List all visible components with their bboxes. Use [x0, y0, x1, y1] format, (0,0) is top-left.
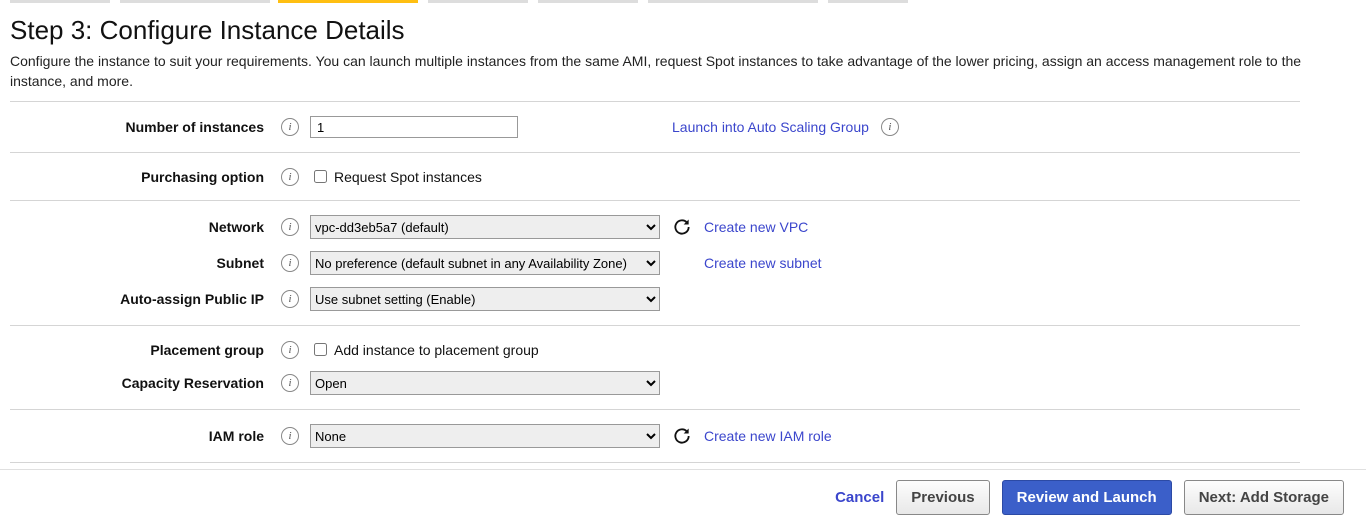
info-icon[interactable]: i — [281, 341, 299, 359]
info-icon[interactable]: i — [281, 374, 299, 392]
placement-group-checkbox[interactable] — [314, 343, 327, 356]
info-icon[interactable]: i — [281, 118, 299, 136]
label-capacity-reservation: Capacity Reservation — [10, 375, 270, 391]
wizard-footer: Cancel Previous Review and Launch Next: … — [0, 469, 1366, 525]
subnet-select[interactable]: No preference (default subnet in any Ava… — [310, 251, 660, 275]
launch-into-asg-link[interactable]: Launch into Auto Scaling Group — [672, 119, 869, 135]
refresh-icon[interactable] — [672, 426, 692, 446]
previous-button[interactable]: Previous — [896, 480, 989, 515]
iam-role-select[interactable]: None — [310, 424, 660, 448]
capacity-reservation-select[interactable]: Open — [310, 371, 660, 395]
number-of-instances-input[interactable] — [310, 116, 518, 138]
info-icon[interactable]: i — [281, 427, 299, 445]
network-select[interactable]: vpc-dd3eb5a7 (default) — [310, 215, 660, 239]
create-vpc-link[interactable]: Create new VPC — [704, 219, 808, 235]
info-icon[interactable]: i — [281, 218, 299, 236]
refresh-icon[interactable] — [672, 217, 692, 237]
cancel-button[interactable]: Cancel — [835, 489, 884, 506]
page-description: Configure the instance to suit your requ… — [10, 52, 1356, 91]
request-spot-text: Request Spot instances — [334, 169, 482, 185]
row-iam-role: IAM role i None Create new IAM role — [10, 409, 1300, 462]
row-number-of-instances: Number of instances i Launch into Auto S… — [10, 101, 1300, 152]
label-iam-role: IAM role — [10, 428, 270, 444]
info-icon[interactable]: i — [281, 168, 299, 186]
row-shutdown-behavior: Shutdown behavior i Stop — [10, 462, 1300, 463]
label-number-of-instances: Number of instances — [10, 119, 270, 135]
info-icon[interactable]: i — [881, 118, 899, 136]
create-iam-role-link[interactable]: Create new IAM role — [704, 428, 832, 444]
row-purchasing-option: Purchasing option i Request Spot instanc… — [10, 152, 1300, 200]
label-purchasing-option: Purchasing option — [10, 169, 270, 185]
main-scroll-area[interactable]: Step 3: Configure Instance Details Confi… — [10, 5, 1356, 463]
info-icon[interactable]: i — [281, 290, 299, 308]
label-network: Network — [10, 219, 270, 235]
request-spot-checkbox[interactable] — [314, 170, 327, 183]
label-subnet: Subnet — [10, 255, 270, 271]
auto-assign-public-ip-select[interactable]: Use subnet setting (Enable) — [310, 287, 660, 311]
review-and-launch-button[interactable]: Review and Launch — [1002, 480, 1172, 515]
request-spot-checkbox-label[interactable]: Request Spot instances — [310, 167, 482, 186]
placement-group-checkbox-label[interactable]: Add instance to placement group — [310, 340, 539, 359]
label-placement-group: Placement group — [10, 342, 270, 358]
info-icon[interactable]: i — [281, 254, 299, 272]
wizard-tabs-line — [0, 0, 1366, 3]
next-add-storage-button[interactable]: Next: Add Storage — [1184, 480, 1344, 515]
placement-group-text: Add instance to placement group — [334, 342, 539, 358]
row-placement-group: Placement group i Add instance to placem… — [10, 325, 1300, 365]
label-auto-assign-public-ip: Auto-assign Public IP — [10, 291, 270, 307]
row-subnet: Subnet i No preference (default subnet i… — [10, 245, 1300, 281]
page-title: Step 3: Configure Instance Details — [10, 15, 1356, 46]
create-subnet-link[interactable]: Create new subnet — [704, 255, 822, 271]
row-capacity-reservation: Capacity Reservation i Open — [10, 365, 1300, 409]
row-auto-assign-public-ip: Auto-assign Public IP i Use subnet setti… — [10, 281, 1300, 325]
row-network: Network i vpc-dd3eb5a7 (default) Create … — [10, 200, 1300, 245]
